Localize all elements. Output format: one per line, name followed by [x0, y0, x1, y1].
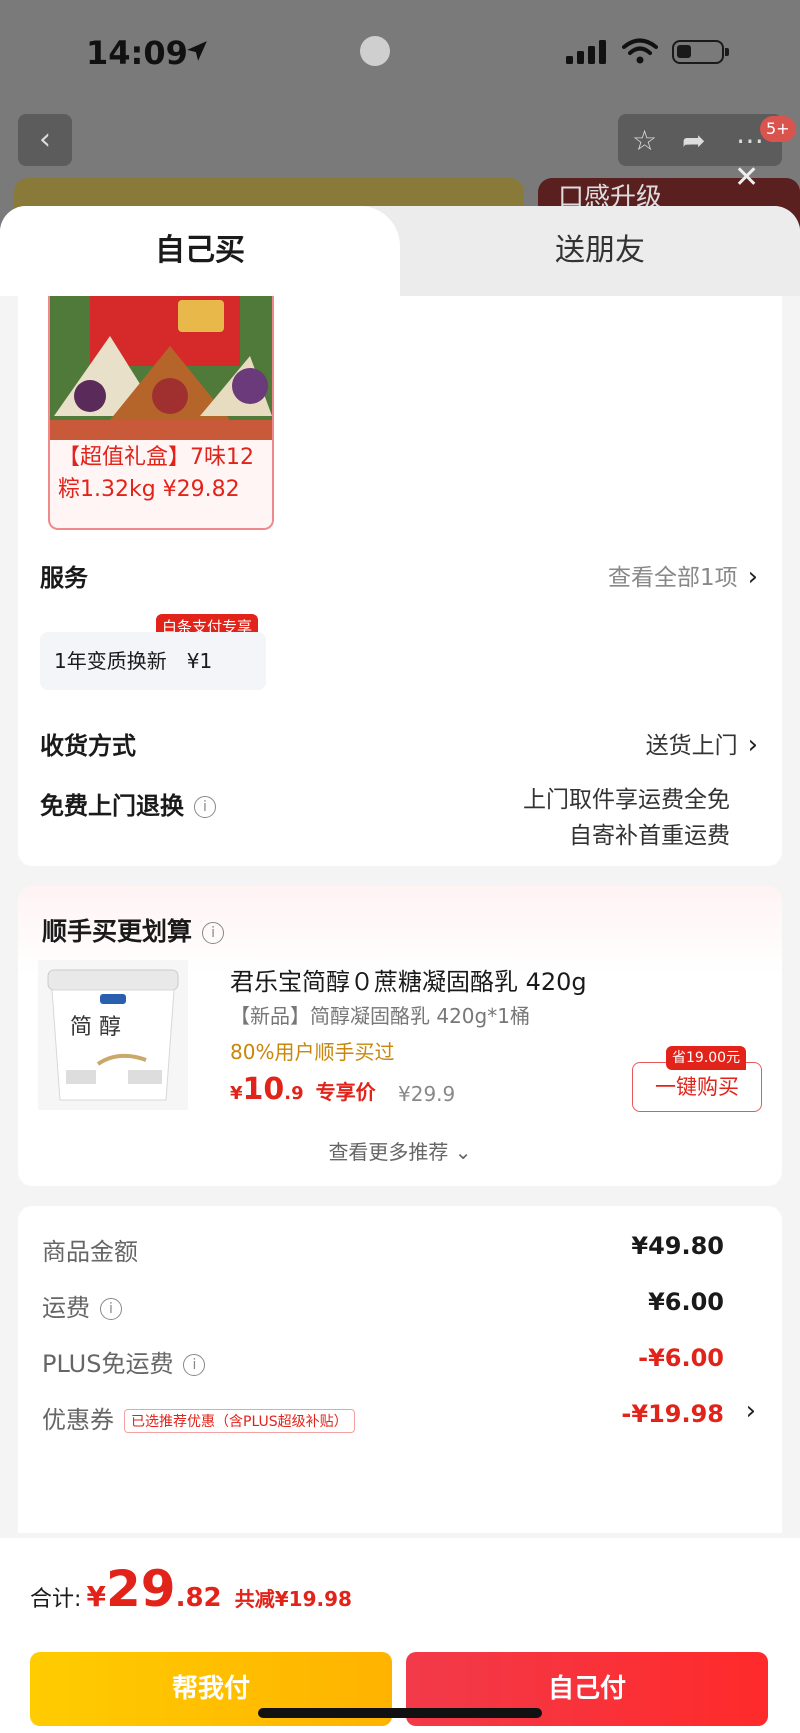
battery-icon — [672, 40, 729, 64]
svg-text:简 醇: 简 醇 — [70, 1015, 121, 1040]
share-icon[interactable]: ➦ — [682, 124, 705, 157]
yogurt-product-image[interactable]: 简 醇 — [38, 960, 188, 1110]
star-icon[interactable]: ☆ — [632, 124, 657, 157]
info-icon[interactable]: i — [194, 796, 216, 818]
total-discount: 共减¥19.98 — [234, 1587, 352, 1611]
purchase-sheet: 送朋友 自己买 【超值礼盒】7味12粽1.32kg ¥29.82 服务 查看全部… — [0, 206, 800, 1733]
addon-price: ¥10.9 专享价 — [230, 1072, 376, 1107]
home-indicator — [258, 1708, 542, 1718]
total-dec: .82 — [175, 1583, 222, 1613]
return-info: 上门取件享运费全免 自寄补首重运费 — [523, 782, 730, 854]
addon-price-dec: .9 — [284, 1083, 304, 1104]
plus-free-shipping-value: -¥6.00 — [638, 1344, 724, 1372]
info-icon[interactable]: i — [202, 922, 225, 944]
product-option-caption: 【超值礼盒】7味12粽1.32kg ¥29.82 — [58, 445, 254, 502]
coupon-tag: 已选推荐优惠（含PLUS超级补贴） — [124, 1409, 355, 1433]
zongzi-product-image — [50, 296, 272, 440]
return-line1: 上门取件享运费全免 — [523, 787, 730, 813]
info-icon[interactable]: i — [100, 1298, 122, 1320]
tab-gift-friend[interactable]: 送朋友 — [400, 206, 800, 296]
wifi-icon — [622, 38, 658, 64]
service-option-name: 1年变质换新 — [54, 649, 167, 673]
shipping-value: ¥6.00 — [648, 1288, 724, 1316]
addon-title: 顺手买更划算 — [42, 917, 193, 946]
signal-icon — [566, 40, 606, 64]
return-line2: 自寄补首重运费 — [569, 823, 730, 849]
plus-free-shipping-row: PLUS免运费 i — [42, 1344, 206, 1379]
message-badge: 5+ — [760, 116, 796, 142]
more-recommendations-link[interactable]: 查看更多推荐 ⌄ — [18, 1136, 782, 1165]
location-arrow-icon — [187, 41, 207, 61]
addon-price-int: 10 — [242, 1072, 285, 1107]
chevron-right-icon: › — [747, 562, 758, 592]
goods-amount-label: 商品金额 — [42, 1238, 138, 1266]
addon-product-name[interactable]: 君乐宝简醇０蔗糖凝固酪乳 420g — [230, 962, 587, 997]
info-icon[interactable]: i — [183, 1354, 206, 1376]
addon-product-spec: 【新品】简醇凝固酪乳 420g*1桶 — [230, 1004, 530, 1028]
coupon-row[interactable]: 优惠券 已选推荐优惠（含PLUS超级补贴） — [42, 1400, 355, 1435]
camera-dot-icon — [360, 36, 390, 66]
return-label: 免费上门退换 — [40, 792, 184, 820]
checkout-footer: 合计: ¥29.82 共减¥19.98 帮我付 自己付 — [0, 1538, 800, 1733]
save-badge: 省19.00元 — [666, 1046, 747, 1070]
shipping-label: 运费 — [42, 1294, 90, 1322]
service-option-chip[interactable]: 1年变质换新 ¥1 — [40, 632, 266, 690]
selected-product-option[interactable]: 【超值礼盒】7味12粽1.32kg ¥29.82 — [48, 296, 274, 530]
status-time: 14:09 — [86, 34, 188, 72]
addon-title-row: 顺手买更划算 i — [42, 912, 225, 948]
addon-buyers-text: 80%用户顺手买过 — [230, 1040, 395, 1064]
total-price: 合计: ¥29.82 共减¥19.98 — [30, 1560, 352, 1618]
close-icon[interactable]: ✕ — [734, 160, 759, 195]
nav-actions: ☆ ➦ ⋯ — [618, 114, 782, 166]
status-bar: 14:09 — [0, 0, 800, 100]
coupon-value: -¥19.98 — [621, 1400, 724, 1428]
chevron-down-icon: ⌄ — [454, 1140, 472, 1164]
goods-amount-value: ¥49.80 — [631, 1232, 724, 1260]
delivery-label: 收货方式 — [40, 732, 136, 760]
addon-old-price: ¥29.9 — [398, 1082, 456, 1106]
back-button[interactable]: ‹ — [18, 114, 72, 166]
delivery-method[interactable]: 送货上门 › — [646, 726, 758, 760]
service-option-price: ¥1 — [186, 649, 213, 673]
total-int: 29 — [106, 1560, 176, 1618]
service-view-all[interactable]: 查看全部1项 › — [608, 558, 758, 592]
plus-free-shipping-label: PLUS免运费 — [42, 1350, 174, 1378]
service-label: 服务 — [40, 564, 88, 592]
tab-bar: 送朋友 自己买 — [0, 206, 800, 296]
return-label-row: 免费上门退换 i — [40, 786, 216, 821]
delivery-value: 送货上门 — [645, 733, 738, 759]
product-service-card: 【超值礼盒】7味12粽1.32kg ¥29.82 服务 查看全部1项 › 白条支付… — [18, 296, 782, 866]
addon-price-tag: 专享价 — [315, 1080, 376, 1104]
chevron-right-icon[interactable]: › — [746, 1396, 756, 1426]
tab-buy-self[interactable]: 自己买 — [0, 206, 400, 296]
fee-summary-card: 商品金额 ¥49.80 运费 i ¥6.00 PLUS免运费 i -¥6.00 优惠… — [18, 1206, 782, 1533]
addon-card: 顺手买更划算 i 简 醇 君乐宝简醇０蔗糖凝固酪乳 420g 【新品】简醇凝固酪乳… — [18, 886, 782, 1186]
shipping-label-row: 运费 i — [42, 1288, 122, 1323]
coupon-label: 优惠券 — [42, 1406, 114, 1434]
addon-price-symbol: ¥ — [230, 1083, 243, 1104]
total-currency: ¥ — [86, 1580, 106, 1613]
service-view-all-text: 查看全部1项 — [607, 565, 738, 591]
chevron-right-icon: › — [747, 730, 758, 760]
total-label: 合计: — [30, 1587, 82, 1612]
more-recommendations-text: 查看更多推荐 — [328, 1140, 449, 1164]
